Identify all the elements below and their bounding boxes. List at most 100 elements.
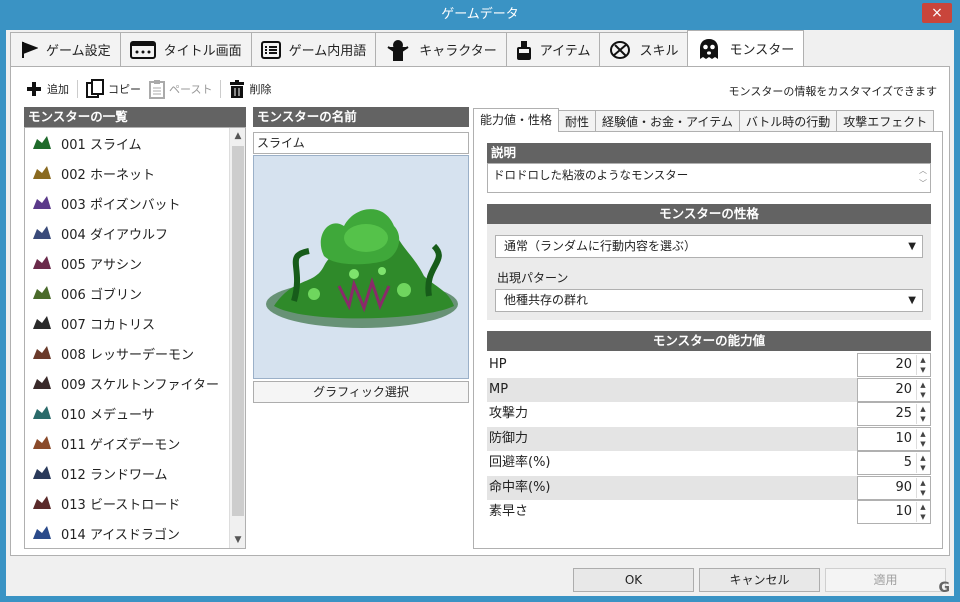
monster-list-item[interactable]: 009 スケルトンファイター <box>25 368 245 398</box>
stat-value: 20 <box>895 357 912 372</box>
monster-list-label: 011 ゲイズデーモン <box>61 437 181 453</box>
tab-rewards[interactable]: 経験値・お金・アイテム <box>595 110 740 132</box>
tab-label: タイトル画面 <box>163 44 242 59</box>
monster-list-item[interactable]: 007 コカトリス <box>25 308 245 338</box>
tab-label: アイテム <box>539 44 591 59</box>
copy-button[interactable]: コピー <box>86 79 141 99</box>
monster-list-label: 007 コカトリス <box>61 317 155 333</box>
ok-button[interactable]: OK <box>573 568 694 592</box>
monster-name-input[interactable]: スライム <box>253 132 469 154</box>
delete-button[interactable]: 削除 <box>229 79 271 99</box>
stat-row: HP 20 ▲ ▼ <box>487 353 931 377</box>
tab-battle-actions[interactable]: バトル時の行動 <box>738 110 838 132</box>
monster-list-label: 014 アイスドラゴン <box>61 527 180 543</box>
monster-sprite-icon <box>31 432 53 454</box>
tab-label: スキル <box>639 44 679 59</box>
title-screen-icon <box>129 40 156 59</box>
stat-name: 回避率(%) <box>489 455 551 470</box>
monster-list-item[interactable]: 004 ダイアウルフ <box>25 218 245 248</box>
monster-sprite-icon <box>31 402 53 424</box>
paste-label: ペースト <box>169 83 213 96</box>
stat-value-stepper[interactable]: 20 ▲ ▼ <box>857 377 931 402</box>
tab-items[interactable]: アイテム <box>505 32 601 66</box>
tab-resistance[interactable]: 耐性 <box>558 110 597 132</box>
detail-tabs: 能力値・性格 耐性 経験値・お金・アイテム バトル時の行動 攻撃エフェクト <box>473 108 935 132</box>
toolbar-separator <box>77 80 78 98</box>
monster-list-item[interactable]: 014 アイスドラゴン <box>25 518 245 548</box>
list-scrollbar[interactable]: ▲ ▼ <box>229 128 245 548</box>
stat-name: 防御力 <box>487 426 857 451</box>
monster-list-item[interactable]: 001 スライム <box>25 128 245 158</box>
monster-list-label: 009 スケルトンファイター <box>61 377 220 393</box>
stat-value-stepper[interactable]: 10 ▲ ▼ <box>857 426 931 451</box>
main-tabs: ゲーム設定 タイトル画面 ゲーム内用語 キャラクター アイテム スキル モンスタ… <box>10 30 805 66</box>
monster-list-label: 012 ランドワーム <box>61 467 168 483</box>
scroll-down-icon[interactable]: ▼ <box>230 532 245 548</box>
monster-list-item[interactable]: 012 ランドワーム <box>25 458 245 488</box>
tab-skills[interactable]: スキル <box>599 32 689 66</box>
stat-value-stepper[interactable]: 90 ▲ ▼ <box>857 475 931 500</box>
monster-sprite-icon <box>31 492 53 514</box>
spinner-arrows-icon[interactable]: ▲ ▼ <box>916 428 929 449</box>
monster-sprite-icon <box>31 252 53 274</box>
tab-characters[interactable]: キャラクター <box>375 32 507 66</box>
monster-list-item[interactable]: 010 メデューサ <box>25 398 245 428</box>
chevron-down-icon: ▼ <box>908 295 916 306</box>
tab-game-settings[interactable]: ゲーム設定 <box>10 32 121 66</box>
stat-value-stepper[interactable]: 5 ▲ ▼ <box>857 451 931 475</box>
monster-list-item[interactable]: 005 アサシン <box>25 248 245 278</box>
monster-list-item[interactable]: 013 ビーストロード <box>25 488 245 518</box>
monster-list-item[interactable]: 002 ホーネット <box>25 158 245 188</box>
tab-monsters[interactable]: モンスター <box>687 30 805 66</box>
monster-list-item[interactable]: 003 ポイズンバット <box>25 188 245 218</box>
list-icon <box>260 40 281 59</box>
spinner-arrows-icon[interactable]: ▲ ▼ <box>916 355 929 375</box>
paste-button[interactable]: ペースト <box>149 79 212 99</box>
tab-attack-effect[interactable]: 攻撃エフェクト <box>836 110 935 132</box>
stat-value-stepper[interactable]: 10 ▲ ▼ <box>857 500 931 524</box>
monster-list-item[interactable]: 006 ゴブリン <box>25 278 245 308</box>
stat-value: 25 <box>895 406 912 421</box>
spinner-arrows-icon[interactable]: ▲ ▼ <box>916 404 929 424</box>
monster-list-item[interactable]: 011 ゲイズデーモン <box>25 428 245 458</box>
spinner-arrows-icon[interactable]: ▲ ▼ <box>916 502 929 522</box>
monster-name-header: モンスターの名前 <box>253 107 469 127</box>
stat-value: 10 <box>895 430 912 446</box>
spinner-arrows-icon[interactable]: ▲ ▼ <box>916 453 929 473</box>
spawn-pattern-select[interactable]: 他種共存の群れ ▼ <box>495 289 923 312</box>
tab-game-terms[interactable]: ゲーム内用語 <box>250 32 377 66</box>
copy-label: コピー <box>108 83 141 96</box>
window-titlebar: ゲームデータ × <box>0 0 960 30</box>
stat-value-stepper[interactable]: 25 ▲ ▼ <box>857 402 931 426</box>
monster-sprite-icon <box>31 342 53 364</box>
stat-name: 素早さ <box>489 504 529 519</box>
scroll-up-icon[interactable]: ▲ <box>230 128 245 144</box>
monster-list-item[interactable]: 008 レッサーデーモン <box>25 338 245 368</box>
spinner-arrows-icon[interactable]: ▲ ▼ <box>916 379 929 400</box>
monster-list-label: 003 ポイズンバット <box>61 197 181 213</box>
stat-value: 10 <box>895 504 912 519</box>
tab-label: ゲーム内用語 <box>288 44 367 59</box>
add-button[interactable]: 追加 <box>25 80 69 98</box>
stat-value-stepper[interactable]: 20 ▲ ▼ <box>857 353 931 377</box>
skill-icon <box>609 40 631 60</box>
add-label: 追加 <box>47 83 69 96</box>
graphic-select-button[interactable]: グラフィック選択 <box>253 381 469 403</box>
cancel-button[interactable]: キャンセル <box>699 568 820 592</box>
tab-title-screen[interactable]: タイトル画面 <box>119 32 252 66</box>
description-field[interactable]: ドロドロした粘液のようなモンスター ︿ ﹀ <box>487 163 931 193</box>
behavior-select[interactable]: 通常（ランダムに行動内容を選ぶ） ▼ <box>495 235 923 258</box>
monster-list-label: 006 ゴブリン <box>61 287 142 303</box>
monster-sprite-icon <box>31 282 53 304</box>
flag-icon <box>20 41 38 59</box>
close-button[interactable]: × <box>922 3 952 23</box>
apply-button[interactable]: 適用 <box>825 568 946 592</box>
ghost-icon <box>697 38 721 60</box>
watermark-icon: G <box>938 580 951 596</box>
tab-stats-personality[interactable]: 能力値・性格 <box>473 108 560 132</box>
window-title: ゲームデータ <box>441 7 519 22</box>
behavior-value: 通常（ランダムに行動内容を選ぶ） <box>504 239 697 253</box>
description-scroll-icon[interactable]: ︿ ﹀ <box>916 164 930 192</box>
spinner-arrows-icon[interactable]: ▲ ▼ <box>916 477 929 498</box>
scroll-thumb[interactable] <box>232 146 244 516</box>
